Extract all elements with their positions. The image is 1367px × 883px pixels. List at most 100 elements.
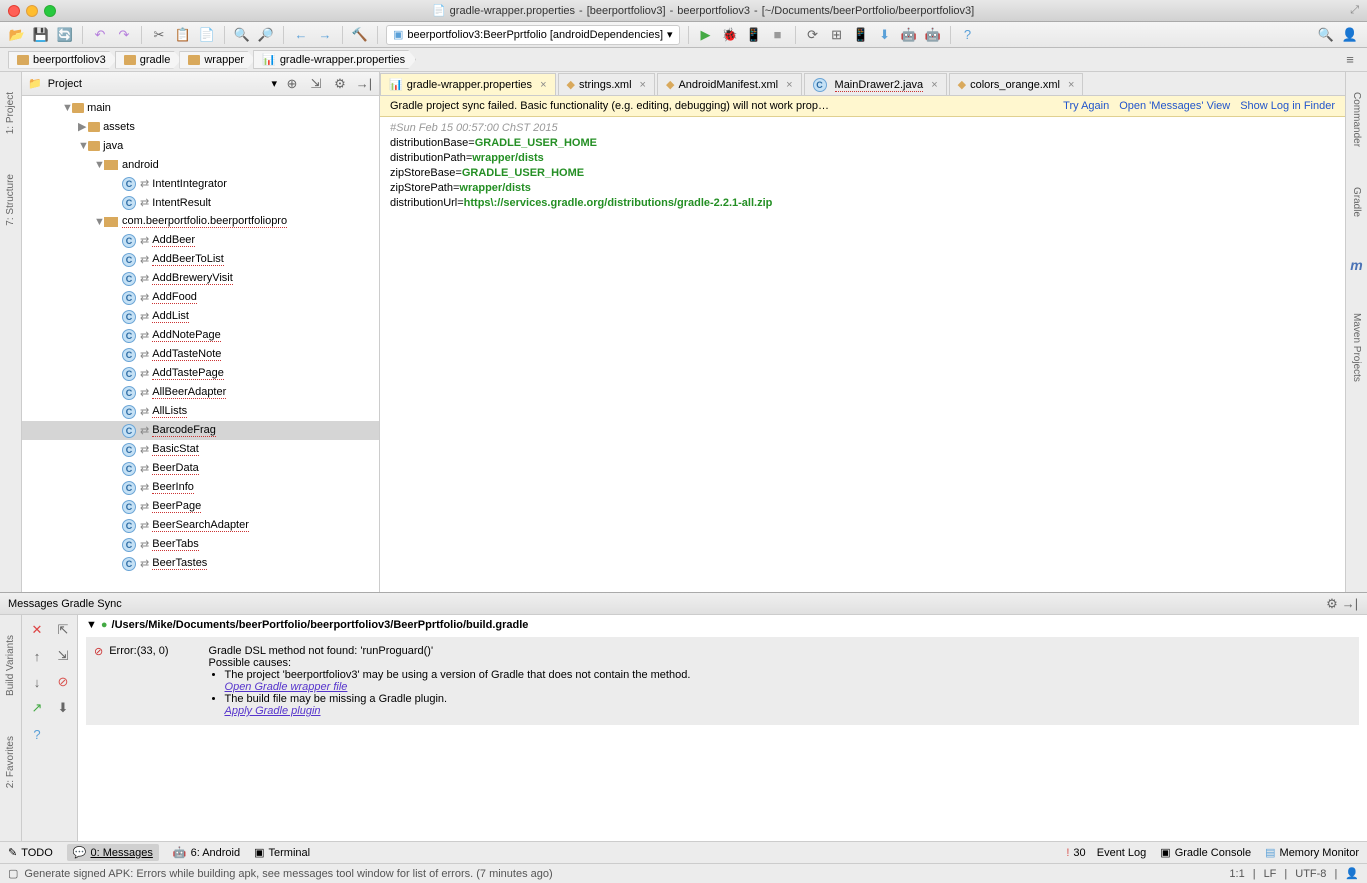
ddms-icon[interactable]: 🤖	[900, 26, 918, 44]
tab-gradle-console[interactable]: ▣Gradle Console	[1160, 846, 1251, 859]
show-log-link[interactable]: Show Log in Finder	[1240, 100, 1335, 112]
tree-class[interactable]: C⇄ AddBeerToList	[22, 250, 379, 269]
help-icon[interactable]: ?	[26, 723, 48, 745]
breadcrumb[interactable]: wrapper	[179, 51, 255, 69]
collapse-icon[interactable]: ⇲	[52, 645, 74, 667]
breadcrumb[interactable]: 📊gradle-wrapper.properties	[253, 50, 416, 69]
tab-memory-monitor[interactable]: ▤Memory Monitor	[1265, 846, 1359, 859]
tree-class[interactable]: C⇄ AllBeerAdapter	[22, 383, 379, 402]
messages-content[interactable]: ▼● /Users/Mike/Documents/beerPortfolio/b…	[78, 615, 1367, 841]
tree-class[interactable]: C⇄ AddBeer	[22, 231, 379, 250]
export-icon[interactable]: ↗	[26, 697, 48, 719]
tree-class[interactable]: C⇄ AddList	[22, 307, 379, 326]
tree-class[interactable]: C⇄ BasicStat	[22, 440, 379, 459]
run-config-selector[interactable]: ▣ beerportfoliov3:BeerPprtfolio [android…	[386, 25, 680, 45]
editor-tab[interactable]: ◆strings.xml×	[558, 73, 655, 95]
gutter-favorites[interactable]: 2: Favorites	[5, 736, 16, 788]
filter-icon[interactable]: ⊘	[52, 671, 74, 693]
close-tab-icon[interactable]: ×	[640, 79, 646, 91]
settings-icon[interactable]: ⚙	[331, 75, 349, 93]
tab-event-log[interactable]: !30 Event Log	[1066, 847, 1146, 859]
fullscreen-icon[interactable]: ⤢	[1350, 4, 1359, 17]
messages-file-path[interactable]: /Users/Mike/Documents/beerPortfolio/beer…	[112, 619, 529, 631]
open-wrapper-link[interactable]: Open Gradle wrapper file	[225, 681, 348, 693]
tree-folder-java[interactable]: ▼ java	[22, 136, 379, 155]
paste-icon[interactable]: 📄	[198, 26, 216, 44]
tree-class[interactable]: C⇄ BeerTabs	[22, 535, 379, 554]
tree-class[interactable]: C⇄ AddFood	[22, 288, 379, 307]
tab-terminal[interactable]: ▣Terminal	[254, 846, 310, 859]
cut-icon[interactable]: ✂	[150, 26, 168, 44]
tree-folder-assets[interactable]: ▶ assets	[22, 117, 379, 136]
tree-class[interactable]: C⇄ BarcodeFrag	[22, 421, 379, 440]
search-everywhere-icon[interactable]: 🔍	[1317, 26, 1335, 44]
gutter-gradle[interactable]: Gradle	[1351, 187, 1362, 217]
file-encoding[interactable]: UTF-8	[1295, 868, 1326, 880]
editor-tab[interactable]: CMainDrawer2.java×	[804, 73, 947, 95]
back-icon[interactable]: ←	[292, 26, 310, 44]
tree-class[interactable]: C⇄ IntentIntegrator	[22, 174, 379, 193]
copy-icon[interactable]: 📋	[174, 26, 192, 44]
apply-plugin-link[interactable]: Apply Gradle plugin	[225, 705, 321, 717]
tree-class[interactable]: C⇄ AddBreweryVisit	[22, 269, 379, 288]
redo-icon[interactable]: ↷	[115, 26, 133, 44]
tree-class[interactable]: C⇄ BeerSearchAdapter	[22, 516, 379, 535]
caret-position[interactable]: 1:1	[1229, 868, 1244, 880]
tree-class[interactable]: C⇄ BeerInfo	[22, 478, 379, 497]
tab-android[interactable]: 🤖6: Android	[173, 846, 240, 859]
gutter-build-variants[interactable]: Build Variants	[5, 635, 16, 696]
save-icon[interactable]: 💾	[32, 26, 50, 44]
close-tab-icon[interactable]: ×	[1068, 79, 1074, 91]
replace-icon[interactable]: 🔎	[257, 26, 275, 44]
chevron-down-icon[interactable]: ▾	[271, 77, 277, 90]
tree-pkg-beerportfolio[interactable]: ▼com.beerportfolio.beerportfoliopro	[22, 212, 379, 231]
tree-class[interactable]: C⇄ IntentResult	[22, 193, 379, 212]
tree-class[interactable]: C⇄ AllLists	[22, 402, 379, 421]
statusbar-tool-windows-icon[interactable]: ▢	[8, 867, 18, 880]
line-separator[interactable]: LF	[1264, 868, 1277, 880]
attach-debugger-icon[interactable]: 📱	[745, 26, 763, 44]
gutter-commander[interactable]: Commander	[1351, 92, 1362, 147]
project-structure-icon[interactable]: ⊞	[828, 26, 846, 44]
editor-tab[interactable]: 📊gradle-wrapper.properties×	[380, 73, 556, 95]
build-icon[interactable]: 🔨	[351, 26, 369, 44]
gutter-project[interactable]: 1: Project	[5, 92, 16, 134]
tree-class[interactable]: C⇄ BeerData	[22, 459, 379, 478]
tab-todo[interactable]: ✎TODO	[8, 846, 53, 859]
open-icon[interactable]: 📂	[8, 26, 26, 44]
tree-class[interactable]: C⇄ AddNotePage	[22, 326, 379, 345]
editor-tab[interactable]: ◆AndroidManifest.xml×	[657, 73, 802, 95]
undo-icon[interactable]: ↶	[91, 26, 109, 44]
help-icon[interactable]: ?	[959, 26, 977, 44]
tree-folder-main[interactable]: ▼ main	[22, 98, 379, 117]
close-icon[interactable]: ✕	[26, 619, 48, 641]
hide-panel-icon[interactable]: →|	[355, 75, 373, 93]
sync-icon[interactable]: 🔄	[56, 26, 74, 44]
minimize-window-button[interactable]	[26, 5, 38, 17]
toolbar-menu-icon[interactable]: ≡	[1341, 51, 1359, 69]
run-icon[interactable]: ▶	[697, 26, 715, 44]
stop-icon[interactable]: ■	[769, 26, 787, 44]
try-again-link[interactable]: Try Again	[1063, 100, 1109, 112]
maven-m-icon[interactable]: m	[1350, 257, 1362, 273]
breadcrumb[interactable]: gradle	[115, 51, 182, 69]
editor-tab[interactable]: ◆colors_orange.xml×	[949, 73, 1084, 95]
sync-gradle-icon[interactable]: ⟳	[804, 26, 822, 44]
breadcrumb[interactable]: beerportfoliov3	[8, 51, 117, 69]
forward-icon[interactable]: →	[316, 26, 334, 44]
inspections-icon[interactable]: 👤	[1345, 867, 1359, 880]
tab-messages[interactable]: 💬0: Messages	[67, 844, 159, 861]
tree-class[interactable]: C⇄ AddTasteNote	[22, 345, 379, 364]
collapse-icon[interactable]: ⇲	[307, 75, 325, 93]
tree-class[interactable]: C⇄ BeerTastes	[22, 554, 379, 573]
tree-class[interactable]: C⇄ AddTastePage	[22, 364, 379, 383]
zoom-window-button[interactable]	[44, 5, 56, 17]
gutter-maven[interactable]: Maven Projects	[1351, 313, 1362, 382]
debug-icon[interactable]: 🐞	[721, 26, 739, 44]
import-icon[interactable]: ⬇	[52, 697, 74, 719]
up-icon[interactable]: ↑	[26, 645, 48, 667]
down-icon[interactable]: ↓	[26, 671, 48, 693]
close-tab-icon[interactable]: ×	[540, 79, 546, 91]
close-tab-icon[interactable]: ×	[931, 79, 937, 91]
project-tree[interactable]: ▼ main ▶ assets ▼ java ▼android C⇄ Inten…	[22, 96, 379, 592]
